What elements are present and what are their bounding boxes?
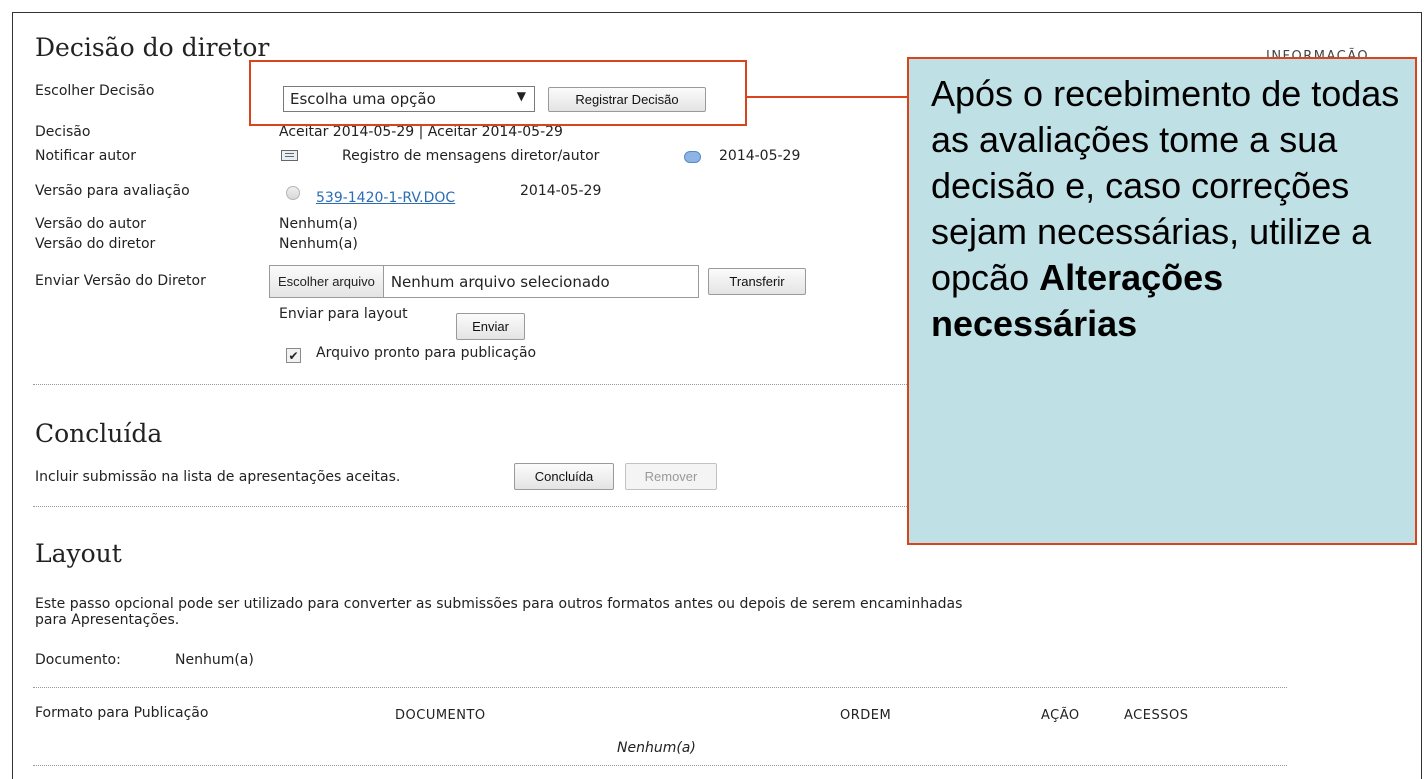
transfer-button[interactable]: Transferir xyxy=(708,268,806,295)
layout-description-line2: para Apresentações. xyxy=(35,612,180,628)
director-version-label: Versão do diretor xyxy=(35,236,156,252)
ready-for-publication-checkbox[interactable]: ✔ xyxy=(286,348,301,363)
author-version-value: Nenhum(a) xyxy=(279,216,358,232)
notify-log-text[interactable]: Registro de mensagens diretor/autor xyxy=(342,148,599,164)
review-file-link[interactable]: 539-1420-1-RV.DOC xyxy=(316,190,455,206)
concluded-text: Incluir submissão na lista de apresentaç… xyxy=(35,469,401,485)
table-header-document: DOCUMENTO xyxy=(395,708,486,723)
table-header-format: Formato para Publicação xyxy=(35,705,209,721)
remove-button[interactable]: Remover xyxy=(625,463,717,490)
decision-label: Decisão xyxy=(35,124,91,140)
callout-box: Após o recebimento de todas as avaliaçõe… xyxy=(907,57,1417,545)
director-version-value: Nenhum(a) xyxy=(279,236,358,252)
send-layout-label: Enviar para layout xyxy=(279,306,408,322)
notify-author-label: Notificar autor xyxy=(35,148,136,164)
divider xyxy=(33,384,907,385)
ready-for-publication-label: Arquivo pronto para publicação xyxy=(316,345,537,361)
send-button[interactable]: Enviar xyxy=(456,313,525,340)
table-empty-text: Nenhum(a) xyxy=(617,740,696,756)
document-value: Nenhum(a) xyxy=(175,652,254,668)
chat-bubble-icon[interactable] xyxy=(684,151,701,163)
callout-connector xyxy=(747,96,907,98)
document-label: Documento: xyxy=(35,652,121,668)
table-bottom-divider xyxy=(33,765,1287,766)
section-title-director-decision: Decisão do diretor xyxy=(35,33,270,62)
divider xyxy=(33,506,907,507)
highlight-box xyxy=(249,60,747,126)
notify-date: 2014-05-29 xyxy=(719,148,801,164)
section-title-concluded: Concluída xyxy=(35,419,163,448)
review-version-label: Versão para avaliação xyxy=(35,183,190,199)
envelope-icon[interactable] xyxy=(281,150,298,161)
table-header-order: ORDEM xyxy=(840,708,892,723)
choose-decision-label: Escolher Decisão xyxy=(35,83,155,99)
send-director-version-label: Enviar Versão do Diretor xyxy=(35,273,206,289)
section-title-layout: Layout xyxy=(35,539,122,568)
choose-file-button[interactable]: Escolher arquivo xyxy=(270,266,384,297)
decision-value: Aceitar 2014-05-29 | Aceitar 2014-05-29 xyxy=(279,124,563,140)
table-header-action: AÇÃO xyxy=(1041,708,1080,723)
review-date: 2014-05-29 xyxy=(520,183,602,199)
table-top-divider xyxy=(33,687,1287,688)
no-file-text: Nenhum arquivo selecionado xyxy=(390,272,610,291)
table-header-accesses: ACESSOS xyxy=(1124,708,1189,723)
layout-description-line1: Este passo opcional pode ser utilizado p… xyxy=(35,596,963,612)
author-version-label: Versão do autor xyxy=(35,216,146,232)
file-input[interactable]: Escolher arquivo Nenhum arquivo selecion… xyxy=(269,265,699,298)
concluded-button[interactable]: Concluída xyxy=(514,463,614,490)
review-version-radio[interactable] xyxy=(286,186,300,200)
